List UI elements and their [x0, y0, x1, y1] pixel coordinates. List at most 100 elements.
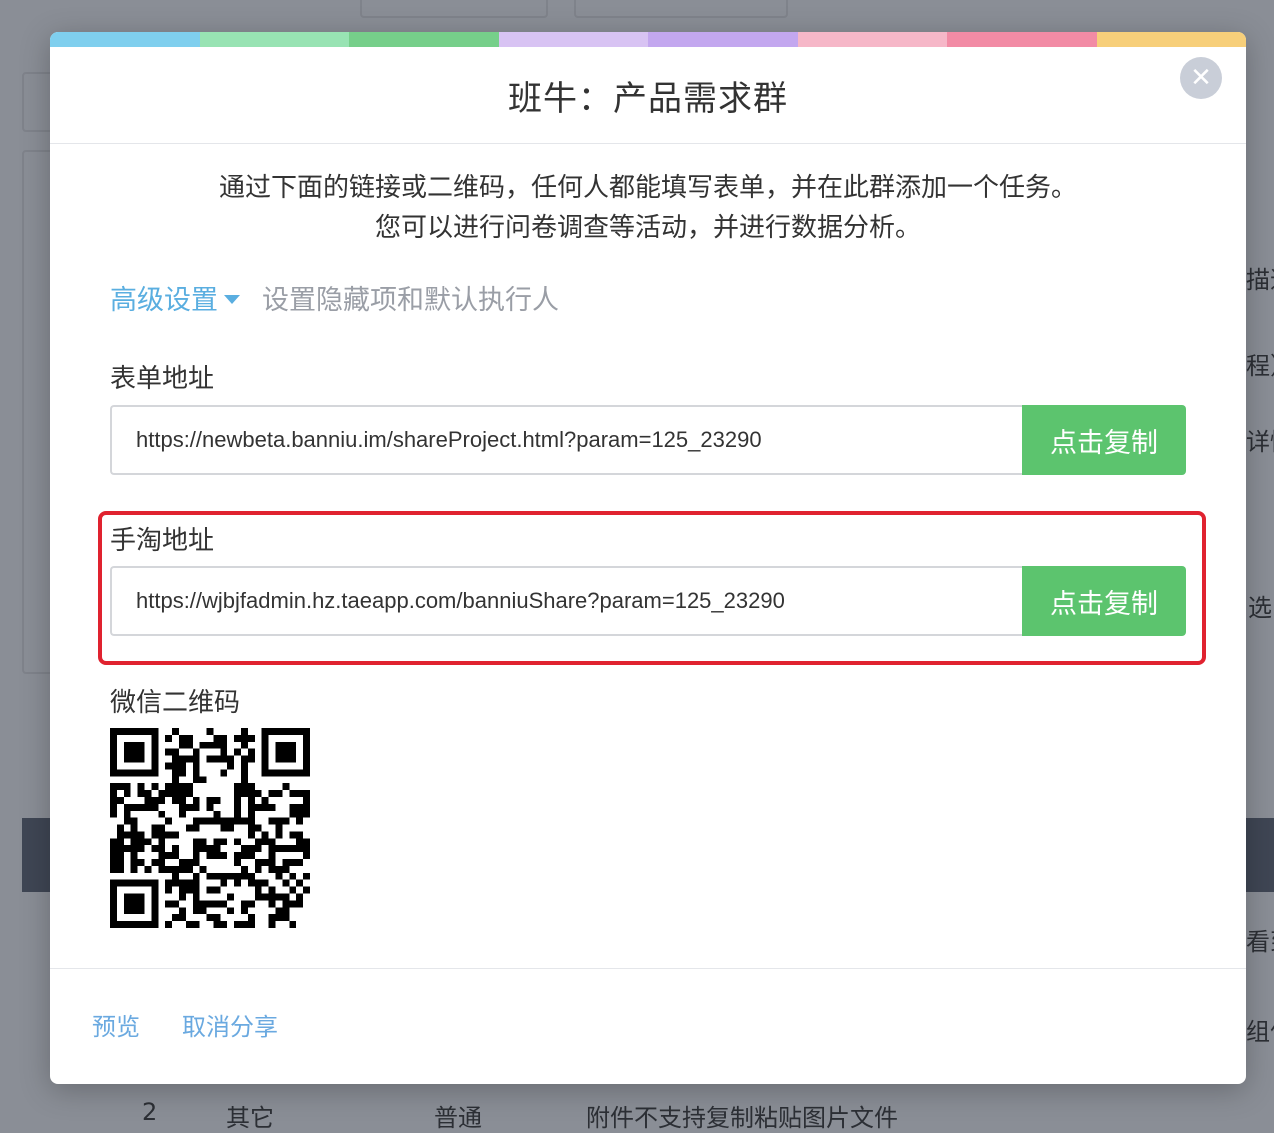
qr-module	[296, 803, 304, 811]
qr-module	[213, 872, 221, 880]
mobile-taobao-address-label: 手淘地址	[110, 526, 215, 556]
qr-module	[247, 803, 255, 811]
caret-down-icon	[224, 294, 240, 304]
qr-module	[178, 893, 186, 901]
modal-title: 班牛：产品需求群	[508, 78, 788, 119]
qr-module	[247, 852, 255, 860]
qr-module	[247, 748, 255, 756]
qr-module	[241, 762, 248, 770]
qr-module	[254, 803, 262, 811]
qr-module	[151, 831, 159, 839]
qr-module	[178, 783, 186, 791]
qr-module	[199, 845, 207, 853]
qr-module	[206, 796, 214, 804]
qr-module	[206, 755, 214, 763]
qr-module	[172, 748, 179, 756]
qr-module	[261, 796, 269, 804]
qr-module	[268, 845, 276, 853]
qr-module	[268, 921, 276, 928]
qr-module	[241, 734, 248, 742]
qr-module	[234, 748, 242, 756]
qr-module	[130, 859, 138, 866]
qr-module	[247, 879, 255, 887]
qr-module	[165, 790, 173, 797]
qr-module	[151, 803, 159, 811]
copy-form-address-button[interactable]: 点击复制	[1022, 405, 1186, 475]
qr-module	[303, 810, 310, 818]
qr-module	[213, 817, 221, 825]
qr-module	[123, 790, 131, 797]
close-button[interactable]: ✕	[1180, 57, 1222, 99]
qr-module	[172, 776, 179, 784]
qr-module	[165, 783, 173, 791]
qr-module	[247, 734, 255, 742]
qr-module	[178, 762, 186, 770]
qr-module	[172, 831, 179, 839]
qr-module	[110, 783, 117, 791]
qr-module	[268, 817, 276, 825]
qr-module	[199, 817, 207, 825]
qr-module	[289, 900, 297, 908]
qr-module	[282, 907, 290, 915]
qr-module	[213, 852, 221, 860]
qr-module	[241, 755, 248, 763]
qr-module	[296, 790, 304, 797]
qr-module	[261, 803, 269, 811]
qr-module	[110, 845, 117, 853]
stripe-segment	[648, 32, 798, 47]
qr-module	[220, 769, 228, 777]
qr-module	[158, 796, 166, 804]
modal-footer: 预览 取消分享	[50, 968, 1246, 1084]
qr-module	[172, 900, 179, 908]
qr-module	[158, 831, 166, 839]
advanced-settings-row: 高级设置 设置隐藏项和默认执行人	[110, 278, 1246, 317]
qr-module	[241, 783, 248, 791]
qr-module	[199, 900, 207, 908]
form-address-input[interactable]	[110, 405, 1022, 475]
mobile-taobao-address-input[interactable]	[110, 566, 1022, 636]
qr-module	[192, 776, 200, 784]
qr-module	[234, 852, 242, 860]
cancel-share-link[interactable]: 取消分享	[182, 1007, 278, 1042]
qr-module	[254, 893, 262, 901]
qr-module	[192, 796, 200, 804]
qr-module	[241, 790, 248, 797]
qr-module	[110, 852, 117, 860]
qr-module	[213, 900, 221, 908]
mobile-taobao-address-row: 点击复制	[110, 566, 1186, 636]
qr-module	[206, 741, 214, 749]
advanced-settings-dropdown[interactable]: 高级设置	[110, 278, 240, 317]
stripe-segment	[50, 32, 200, 47]
wechat-qr-code	[110, 728, 310, 928]
qr-module	[172, 796, 179, 804]
qr-module	[213, 734, 221, 742]
qr-module	[275, 907, 283, 915]
qr-module	[213, 921, 221, 928]
qr-module	[116, 852, 124, 860]
qr-module	[178, 886, 186, 894]
qr-module	[178, 810, 186, 818]
qr-module	[220, 900, 228, 908]
qr-module	[172, 762, 179, 770]
qr-module	[275, 790, 283, 797]
background-tab	[360, 0, 548, 18]
qr-module	[185, 859, 193, 866]
preview-link[interactable]: 预览	[92, 1007, 140, 1042]
stripe-segment	[797, 32, 947, 47]
qr-module	[296, 838, 304, 846]
qr-module	[130, 817, 138, 825]
qr-module	[110, 838, 117, 846]
copy-mobile-taobao-address-button[interactable]: 点击复制	[1022, 566, 1186, 636]
qr-module	[192, 755, 200, 763]
qr-module	[282, 865, 290, 873]
qr-module	[110, 810, 117, 818]
qr-module	[206, 852, 214, 860]
qr-module	[123, 803, 131, 811]
qr-module	[158, 810, 166, 818]
qr-module	[296, 845, 304, 853]
qr-module	[303, 845, 310, 853]
qr-module	[282, 783, 290, 791]
qr-module	[296, 900, 304, 908]
qr-module	[123, 783, 131, 791]
qr-module	[185, 734, 193, 742]
